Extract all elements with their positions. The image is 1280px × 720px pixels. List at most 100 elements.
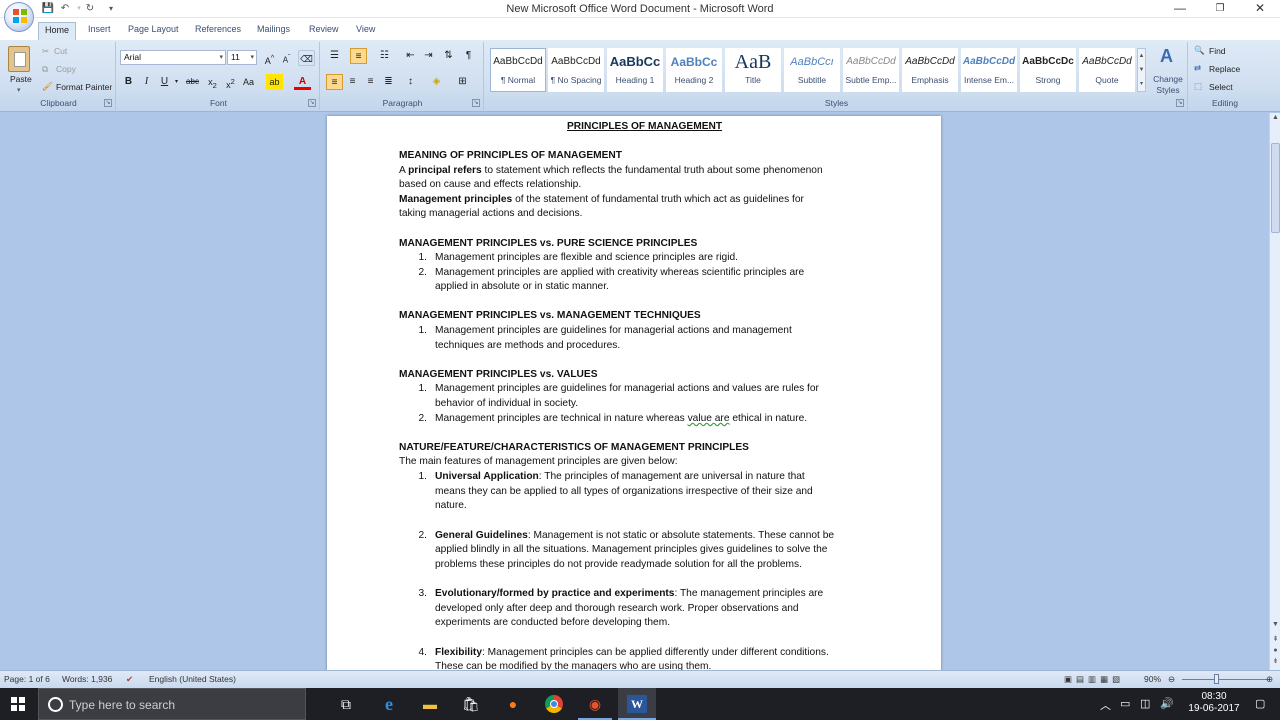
page-count[interactable]: Page: 1 of 6 [4,674,50,684]
underline-dropdown-icon[interactable]: ▾ [168,74,185,90]
tab-page-layout[interactable]: Page Layout [122,22,185,40]
style-normal[interactable]: AaBbCcDd ¶ Normal [490,48,546,92]
styles-scroll[interactable]: ▲ ▼ ▾ [1137,48,1146,92]
vertical-scrollbar[interactable]: ▲ ▼ ⇞ ● ⇟ [1269,113,1280,670]
align-left-icon[interactable]: ≡ [326,74,343,90]
scroll-up-icon[interactable]: ▲ [1270,113,1280,123]
change-styles-button[interactable]: Change Styles [1152,74,1184,96]
show-formatting-icon[interactable]: ¶ [460,48,477,64]
clear-formatting-icon[interactable]: ⌫ [298,50,315,66]
justify-icon[interactable]: ≣ [380,74,397,90]
tab-mailings[interactable]: Mailings [251,22,296,40]
strikethrough-icon[interactable]: abc [184,74,201,90]
sort-icon[interactable]: ⇅ [440,48,457,64]
align-center-icon[interactable]: ≡ [344,74,361,90]
font-launcher-icon[interactable]: ↘ [308,99,316,107]
zoom-slider-thumb[interactable] [1214,674,1219,684]
highlight-icon[interactable]: ab [266,74,283,90]
grow-font-icon[interactable]: A^ [261,50,278,66]
close-button[interactable]: ✕ [1243,0,1277,18]
tab-insert[interactable]: Insert [82,22,117,40]
action-center-icon[interactable]: ▢ [1255,697,1265,710]
previous-page-icon[interactable]: ⇞ [1270,635,1280,645]
cut-button[interactable]: Cut [54,46,67,56]
scroll-thumb[interactable] [1271,143,1280,233]
zoom-in-icon[interactable]: ⊕ [1266,674,1273,685]
network-icon[interactable]: ◫ [1140,697,1150,710]
taskbar-search[interactable]: Type here to search [38,688,306,720]
superscript-icon[interactable]: x2 [222,74,239,90]
task-view-icon[interactable]: ⧉ [336,694,356,714]
language[interactable]: English (United States) [149,674,236,684]
file-explorer-icon[interactable]: ▬ [420,694,440,714]
zoom-level[interactable]: 90% [1144,674,1161,684]
next-page-icon[interactable]: ⇟ [1270,657,1280,667]
styles-launcher-icon[interactable]: ↘ [1176,99,1184,107]
shading-icon[interactable]: ◈ [428,74,445,90]
scroll-down-icon[interactable]: ▼ [1270,620,1280,630]
tab-review[interactable]: Review [303,22,345,40]
proofing-icon[interactable]: ✔ [126,674,133,685]
font-color-icon[interactable]: A [294,74,311,90]
firefox-icon[interactable]: ● [503,694,523,714]
tab-view[interactable]: View [350,22,381,40]
paste-icon[interactable] [8,46,30,72]
style-subtle-emphasis[interactable]: AaBbCcDd Subtle Emp... [843,48,899,92]
style-heading-1[interactable]: AaBbCc Heading 1 [607,48,663,92]
battery-icon[interactable]: ▭ [1120,697,1130,710]
style-subtitle[interactable]: AaBbCcı Subtitle [784,48,840,92]
style-title[interactable]: AaB Title [725,48,781,92]
shrink-font-icon[interactable]: Aˇ [278,50,295,66]
paste-dropdown-icon[interactable]: ▾ [17,86,21,94]
line-spacing-icon[interactable]: ↕ [402,74,419,90]
style-strong[interactable]: AaBbCcDc Strong [1020,48,1076,92]
office-button[interactable] [4,2,34,32]
replace-button[interactable]: Replace [1209,64,1240,74]
minimize-button[interactable]: — [1163,0,1197,18]
start-button[interactable] [0,688,36,720]
decrease-indent-icon[interactable]: ⇤ [402,48,419,64]
paragraph-launcher-icon[interactable]: ↘ [472,99,480,107]
browse-object-icon[interactable]: ● [1270,646,1280,656]
clock[interactable]: 08:30 19-06-2017 [1186,691,1242,715]
subscript-icon[interactable]: x2 [204,74,221,90]
select-button[interactable]: Select [1209,82,1233,92]
maximize-button[interactable]: ❐ [1203,0,1237,18]
style-no-spacing[interactable]: AaBbCcDd ¶ No Spacing [548,48,604,92]
zoom-slider[interactable] [1182,679,1268,680]
numbering-icon[interactable]: ≡ [350,48,367,64]
office-app-icon[interactable]: ◉ [585,694,605,714]
multilevel-list-icon[interactable]: ☷ [376,48,393,64]
style-intense-emphasis[interactable]: AaBbCcDd Intense Em... [961,48,1017,92]
borders-icon[interactable]: ⊞ [454,74,471,90]
volume-icon[interactable]: 🔊 [1160,697,1174,710]
chrome-icon[interactable] [544,694,564,714]
word-count[interactable]: Words: 1,936 [62,674,112,684]
style-heading-2[interactable]: AaBbCc Heading 2 [666,48,722,92]
view-buttons-icon[interactable]: ▣▤▥▦▧ [1064,674,1124,685]
change-case-icon[interactable]: Aa [240,74,257,90]
bullets-icon[interactable]: ☰ [326,48,343,64]
font-size-select[interactable]: 11 ▾ [227,50,257,65]
tab-home[interactable]: Home [38,22,77,40]
paste-button[interactable]: Paste [10,74,32,84]
bold-icon[interactable]: B [120,74,137,90]
copy-button[interactable]: Copy [56,64,76,74]
store-icon[interactable]: 🛍 [461,694,481,714]
align-right-icon[interactable]: ≡ [362,74,379,90]
style-emphasis[interactable]: AaBbCcDd Emphasis [902,48,958,92]
zoom-out-icon[interactable]: ⊖ [1168,674,1175,685]
document-page[interactable]: PRINCIPLES OF MANAGEMENT MEANING OF PRIN… [327,116,941,670]
clipboard-launcher-icon[interactable]: ↘ [104,99,112,107]
show-hidden-icons-icon[interactable]: ︿ [1100,697,1111,713]
font-family-select[interactable]: Arial ▾ [120,50,226,65]
increase-indent-icon[interactable]: ⇥ [420,48,437,64]
tab-references[interactable]: References [189,22,247,40]
italic-icon[interactable]: I [138,74,155,90]
edge-icon[interactable]: e [379,694,399,714]
clock-date: 19-06-2017 [1188,703,1240,714]
format-painter-button[interactable]: Format Painter [56,82,112,92]
find-button[interactable]: Find [1209,46,1226,56]
word-taskbar-button[interactable]: W [618,688,656,720]
style-quote[interactable]: AaBbCcDd Quote [1079,48,1135,92]
